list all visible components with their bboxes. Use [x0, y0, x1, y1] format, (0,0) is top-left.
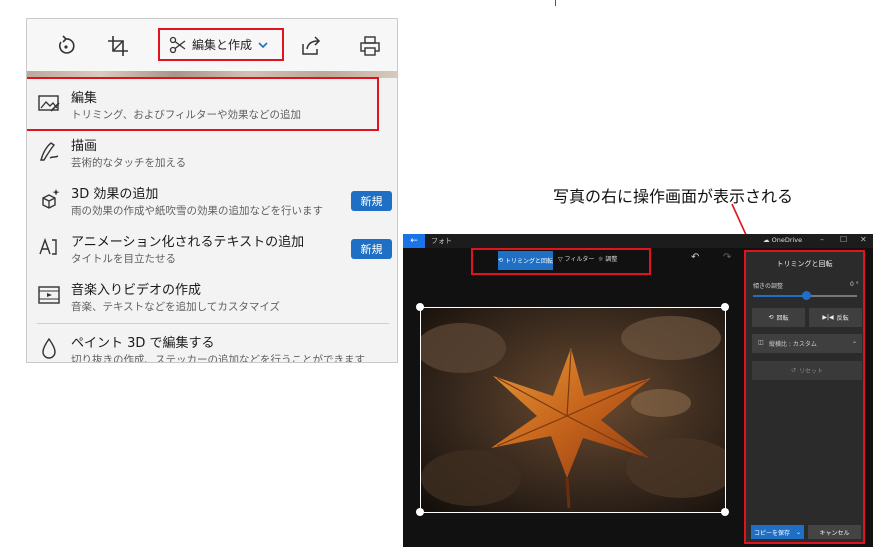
crop-rotate-panel: トリミングと回転 傾きの調整 0 ° ⟲ 回転 ▶|◀ 反転 ◫ 縦横比 : カ… [744, 250, 865, 544]
menu-item-animated-text[interactable]: アニメーション化されるテキストの追加 タイトルを目立たせる 新規 [27, 225, 397, 273]
menu-item-title: 音楽入りビデオの作成 [71, 283, 202, 298]
edit-and-create-button[interactable]: 編集と作成 [158, 28, 284, 61]
crop-handle-bottom-right[interactable] [721, 508, 729, 516]
back-button[interactable]: ← [403, 234, 425, 248]
flip-label: 反転 [836, 315, 849, 322]
animated-text-icon [39, 237, 57, 255]
menu-item-desc: 切り抜きの作成、ステッカーの追加などを行うことができます [71, 354, 365, 363]
filter-icon: ▽ [558, 256, 563, 263]
crop-rotate-icon: ⟲ [497, 257, 504, 264]
menu-item-draw[interactable]: 描画 芸術的なタッチを加える [27, 129, 397, 177]
crop-button[interactable] [105, 33, 131, 59]
tilt-value: 0 ° [850, 281, 859, 288]
printer-icon [360, 36, 380, 56]
flip-button[interactable]: ▶|◀ 反転 [809, 308, 862, 327]
menu-item-music-video[interactable]: 音楽入りビデオの作成 音楽、テキストなどを追加してカスタマイズ [27, 273, 397, 321]
tab-filter[interactable]: ▽ フィルター [558, 254, 594, 263]
rotate-icon [58, 35, 75, 54]
3d-effects-icon [42, 189, 60, 209]
share-icon [302, 36, 321, 55]
new-badge: 新規 [351, 239, 392, 259]
autumn-leaf-photo [421, 308, 725, 512]
adjust-icon: ☼ [598, 256, 604, 263]
menu-item-title: 描画 [71, 139, 98, 154]
panel-title: トリミングと回転 [776, 260, 833, 268]
save-copy-label: コピーを保存 [753, 529, 790, 537]
share-button[interactable] [298, 33, 324, 59]
crop-icon [108, 36, 128, 56]
photo-canvas[interactable] [420, 307, 726, 513]
paint-3d-icon [42, 337, 56, 359]
rotate-icon: ⟲ [768, 314, 774, 321]
tab-adjust[interactable]: ☼ 調整 [598, 254, 617, 263]
menu-item-desc: 音楽、テキストなどを追加してカスタマイズ [71, 301, 281, 313]
chevron-down-icon: ⌄ [795, 528, 802, 536]
rotate-button[interactable] [53, 33, 79, 59]
back-arrow-icon: ← [410, 236, 418, 246]
menu-item-paint-3d[interactable]: ペイント 3D で編集する 切り抜きの作成、ステッカーの追加などを行うことができ… [27, 326, 397, 363]
flip-icon: ▶|◀ [822, 314, 834, 321]
menu-item-title: 3D 効果の追加 [71, 187, 159, 202]
edit-and-create-label: 編集と作成 [192, 38, 253, 52]
crop-handle-top-right[interactable] [721, 303, 729, 311]
rotate-button[interactable]: ⟲ 回転 [752, 308, 805, 327]
reset-button[interactable]: ↺ リセット [752, 361, 862, 380]
undo-icon[interactable]: ↶ [691, 252, 699, 263]
menu-item-desc: 芸術的なタッチを加える [71, 157, 187, 169]
crop-handle-bottom-left[interactable] [416, 508, 424, 516]
video-film-icon [38, 286, 60, 304]
close-button[interactable]: ✕ [860, 235, 867, 244]
aspect-ratio-select[interactable]: ◫ 縦横比 : カスタム ⌄ [752, 334, 862, 353]
onedrive-text: OneDrive [771, 236, 803, 244]
save-copy-button[interactable]: コピーを保存 ⌄ [751, 525, 804, 539]
cancel-button[interactable]: キャンセル [808, 525, 861, 539]
divider-tick [555, 0, 556, 6]
menu-item-3d-effects[interactable]: 3D 効果の追加 雨の効果の作成や紙吹雪の効果の追加などを行います 新規 [27, 177, 397, 225]
aspect-ratio-label: 縦横比 : カスタム [769, 341, 817, 348]
menu-item-desc: タイトルを目立たせる [71, 253, 176, 265]
onedrive-label[interactable]: ☁ OneDrive [763, 236, 802, 244]
reset-label: リセット [799, 368, 824, 375]
rotate-label: 回転 [776, 315, 789, 322]
chevron-down-icon: ⌄ [852, 338, 858, 345]
tilt-label: 傾きの調整 [753, 283, 784, 290]
reset-icon: ↺ [790, 367, 796, 374]
minimize-button[interactable]: – [820, 235, 824, 244]
aspect-ratio-icon: ◫ [758, 339, 764, 346]
maximize-button[interactable]: ☐ [840, 235, 847, 244]
edit-create-icon [169, 36, 186, 53]
tab-adjust-label: 調整 [605, 256, 618, 263]
cloud-icon: ☁ [763, 236, 770, 244]
tilt-slider-thumb[interactable] [802, 291, 811, 300]
photos-edit-menu: 編集と作成 編集 トリミング、およびフィルターや効果などの追加 描画 芸術的なタ… [26, 18, 398, 363]
new-badge: 新規 [351, 191, 392, 211]
menu-divider [37, 323, 389, 324]
photos-toolbar: 編集と作成 [27, 19, 397, 71]
tilt-slider-fill [753, 295, 806, 297]
edit-highlight-box [27, 77, 379, 131]
photos-editor-window: ← フォト ☁ OneDrive – ☐ ✕ ⟲ トリミングと回転 ▽ フィルタ… [403, 234, 873, 547]
app-name: フォト [431, 237, 452, 245]
tab-crop-rotate-label: トリミングと回転 [505, 258, 554, 265]
tab-filter-label: フィルター [564, 256, 595, 263]
draw-pen-icon [40, 142, 59, 161]
print-button[interactable] [357, 33, 383, 59]
crop-handle-top-left[interactable] [416, 303, 424, 311]
menu-item-desc: 雨の効果の作成や紙吹雪の効果の追加などを行います [71, 205, 323, 217]
editor-title-bar [403, 234, 873, 248]
tab-crop-rotate[interactable]: ⟲ トリミングと回転 [498, 251, 553, 270]
chevron-down-icon [258, 41, 268, 48]
menu-item-title: ペイント 3D で編集する [71, 336, 215, 351]
menu-item-title: アニメーション化されるテキストの追加 [71, 235, 305, 250]
redo-icon[interactable]: ↷ [723, 252, 731, 263]
